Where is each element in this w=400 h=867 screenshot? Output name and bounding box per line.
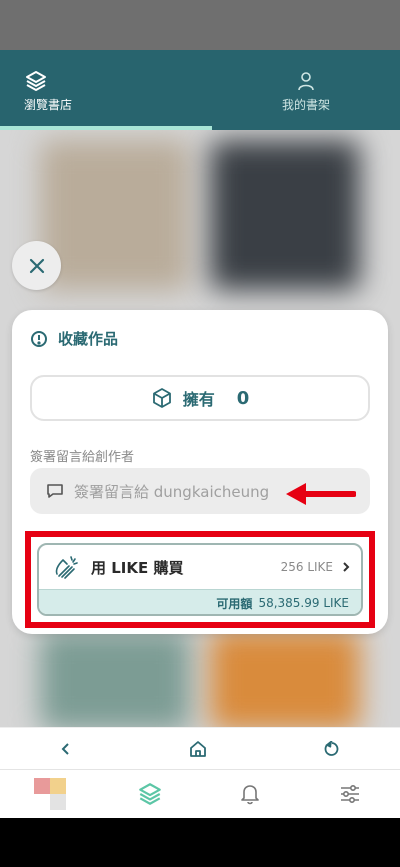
owned-count: 0 — [236, 387, 250, 409]
top-tab-bar: 瀏覽書店 我的書架 — [0, 50, 400, 130]
nft-cube-icon — [152, 388, 171, 408]
balance-value: 58,385.99 LIKE — [258, 596, 349, 610]
buy-label: 用 LIKE 購買 — [91, 558, 184, 577]
nav-notifications[interactable] — [225, 774, 275, 814]
balance-bar: 可用額 58,385.99 LIKE — [39, 589, 361, 614]
owned-count-box: 擁有 0 — [30, 375, 370, 421]
info-icon — [31, 330, 47, 347]
buy-with-like-button[interactable]: 用 LIKE 購買 256 LIKE 可用額 58,385.99 LIKE — [37, 543, 363, 616]
dialog-header: 收藏作品 — [30, 328, 118, 349]
clap-hands-icon — [55, 556, 78, 579]
close-icon — [29, 258, 44, 273]
balance-label: 可用額 — [216, 596, 253, 611]
browser-controls — [0, 727, 400, 769]
message-placeholder: 簽署留言給 dungkaicheung — [74, 482, 270, 501]
owned-label: 擁有 — [182, 390, 215, 409]
message-section-title: 簽署留言給創作者 — [30, 450, 135, 465]
price-text: 256 LIKE — [280, 560, 333, 574]
close-button[interactable] — [12, 241, 61, 290]
home-icon[interactable] — [189, 740, 207, 758]
tab-my-bookshelf-label: 我的書架 — [281, 97, 330, 112]
nav-settings[interactable] — [325, 774, 375, 814]
red-arrow-annotation — [286, 483, 356, 505]
tab-browse-store-label: 瀏覽書店 — [24, 97, 73, 112]
layers-icon — [139, 783, 161, 805]
app-logo — [34, 778, 66, 810]
user-icon — [297, 68, 315, 94]
dialog-title: 收藏作品 — [58, 330, 119, 348]
status-bar — [0, 0, 400, 50]
back-icon[interactable] — [60, 742, 72, 756]
bottom-navigation — [0, 769, 400, 818]
reload-icon[interactable] — [324, 740, 340, 757]
settings-sliders-icon — [341, 784, 359, 804]
nav-store[interactable] — [125, 774, 175, 814]
tab-browse-store[interactable]: 瀏覽書店 — [0, 50, 212, 130]
chevron-right-icon — [343, 562, 350, 572]
tab-my-bookshelf[interactable]: 我的書架 — [212, 50, 400, 130]
chat-bubble-icon — [47, 484, 63, 498]
system-nav-area — [0, 818, 400, 867]
bell-icon — [241, 785, 259, 805]
layers-icon — [24, 68, 48, 94]
nav-app-logo[interactable] — [25, 774, 75, 814]
buy-row: 用 LIKE 購買 256 LIKE — [39, 545, 361, 589]
